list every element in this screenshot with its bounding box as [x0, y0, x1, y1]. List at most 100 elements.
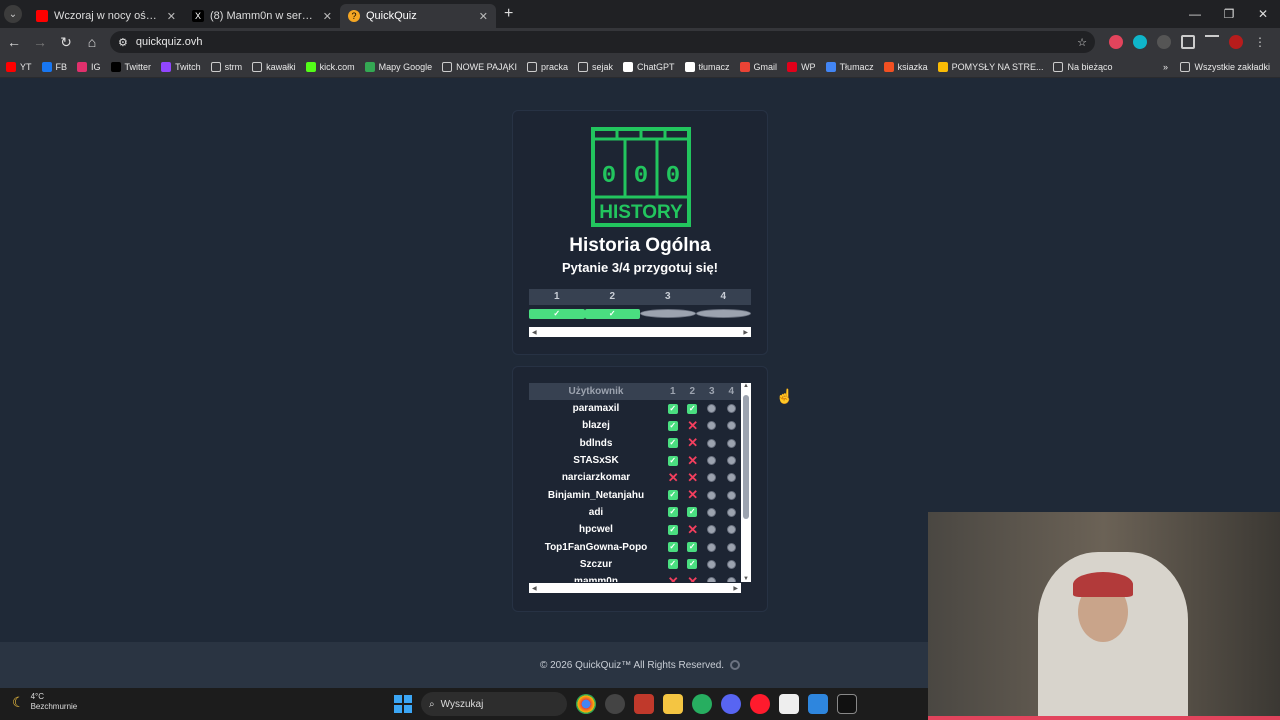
- correct-icon: ✓: [667, 559, 678, 570]
- bookmark-item[interactable]: NOWE PAJĄKI: [442, 61, 517, 72]
- github-icon[interactable]: [730, 660, 741, 670]
- opera-icon[interactable]: [750, 694, 770, 714]
- answer-cell: ✕: [683, 523, 703, 536]
- bookmark-label: Gmail: [753, 61, 778, 72]
- bookmark-icon: [77, 61, 88, 72]
- minimize-icon[interactable]: —: [1178, 0, 1212, 28]
- horizontal-scrollbar[interactable]: ◀ ▶: [529, 327, 751, 337]
- correct-icon: ✓: [667, 438, 678, 449]
- horizontal-scrollbar[interactable]: ◀ ▶: [529, 583, 741, 593]
- answer-cell: ✕: [663, 471, 683, 484]
- browser-tab[interactable]: X (8) Mamm0n w serwisie X: „Dzi ✕: [184, 4, 340, 28]
- table-row: mamm0n ✕ ✕: [529, 573, 741, 582]
- answer-cell: ✕: [683, 488, 703, 501]
- puzzle-icon[interactable]: [1181, 35, 1195, 49]
- bookmark-item[interactable]: Mapy Google: [364, 61, 433, 72]
- media-icon[interactable]: [1205, 35, 1219, 49]
- extension-icon[interactable]: [1157, 35, 1171, 49]
- wrong-icon: ✕: [667, 573, 679, 582]
- username: hpcwel: [579, 524, 613, 536]
- browser-tab-active[interactable]: ? QuickQuiz ✕: [340, 4, 496, 28]
- app-icon[interactable]: [634, 694, 654, 714]
- site-info-icon[interactable]: ⚙: [118, 36, 128, 49]
- correct-icon: ✓: [584, 308, 640, 319]
- correct-icon: ✓: [529, 308, 585, 319]
- reload-icon[interactable]: ↻: [54, 30, 78, 54]
- profile-avatar[interactable]: [1229, 35, 1243, 49]
- bookmark-label: Mapy Google: [378, 61, 433, 72]
- bookmark-item[interactable]: sejak: [578, 61, 613, 72]
- url-text: quickquiz.ovh: [135, 36, 203, 48]
- bookmark-item[interactable]: ksiazka: [883, 61, 928, 72]
- leaderboard-card: Użytkownik 1 2 3 4 paramaxil ✓ ✓ blazej ✓ ✕ bdlnds…: [512, 366, 768, 612]
- bookmark-item[interactable]: tłumacz: [684, 61, 730, 72]
- new-tab-button[interactable]: +: [504, 5, 513, 23]
- bookmark-item[interactable]: Twitter: [110, 61, 151, 72]
- record-extension-icon[interactable]: [1109, 35, 1123, 49]
- wrong-icon: ✕: [687, 573, 699, 582]
- app-icon[interactable]: [692, 694, 712, 714]
- bookmark-label: strm: [224, 61, 243, 72]
- answer-cell: [702, 473, 722, 483]
- bookmark-star-icon[interactable]: ☆: [1077, 36, 1087, 49]
- bookmark-item[interactable]: strm: [210, 61, 243, 72]
- username: blazej: [582, 420, 610, 432]
- address-bar[interactable]: ⚙ quickquiz.ovh ☆: [110, 31, 1095, 53]
- bookmark-item[interactable]: kawałki: [252, 61, 296, 72]
- pending-icon: [707, 404, 717, 414]
- weather-widget[interactable]: ☾ 4°C Bezchmurnie: [12, 692, 77, 712]
- tab-search-icon[interactable]: ⌄: [4, 5, 22, 23]
- back-icon[interactable]: ←: [2, 30, 26, 54]
- bookmark-item[interactable]: POMYSŁY NA STRE...: [937, 61, 1043, 72]
- bookmark-item[interactable]: Twitch: [161, 61, 201, 72]
- bookmark-item[interactable]: FB: [41, 61, 67, 72]
- bookmark-label: Tłumacz: [839, 61, 874, 72]
- folder-icon: [1180, 61, 1191, 72]
- file-explorer-icon[interactable]: [663, 694, 683, 714]
- question-status: [695, 309, 751, 318]
- answer-cell: [702, 559, 722, 569]
- forward-icon[interactable]: →: [28, 30, 52, 54]
- bookmark-item[interactable]: IG: [77, 61, 101, 72]
- close-tab-icon[interactable]: ✕: [479, 10, 488, 23]
- weather-text: Bezchmurnie: [30, 702, 78, 711]
- bookmark-item[interactable]: kick.com: [305, 61, 355, 72]
- webcam-overlay: [928, 512, 1280, 720]
- close-tab-icon[interactable]: ✕: [167, 10, 176, 23]
- home-icon[interactable]: ⌂: [80, 30, 104, 54]
- app-icon[interactable]: [605, 694, 625, 714]
- bookmark-label: Na bieżąco: [1067, 61, 1113, 72]
- vertical-scrollbar[interactable]: ▲ ▼: [741, 383, 751, 582]
- answer-cell: ✕: [683, 419, 703, 432]
- bookmark-item[interactable]: Gmail: [739, 61, 778, 72]
- browser-tab[interactable]: Wczoraj w nocy oświadczyłem się ✕: [28, 4, 184, 28]
- bookmark-item[interactable]: WP: [787, 61, 816, 72]
- restore-icon[interactable]: ❐: [1212, 0, 1246, 28]
- bookmark-item[interactable]: ChatGPT: [623, 61, 675, 72]
- app-icon[interactable]: [779, 694, 799, 714]
- close-window-icon[interactable]: ✕: [1246, 0, 1280, 28]
- discord-icon[interactable]: [721, 694, 741, 714]
- menu-icon[interactable]: ⋮: [1253, 35, 1267, 49]
- youtube-icon: [36, 10, 48, 22]
- more-bookmarks-icon[interactable]: »: [1163, 62, 1168, 72]
- all-bookmarks[interactable]: Wszystkie zakładki: [1180, 61, 1270, 72]
- extension-icon[interactable]: [1133, 35, 1147, 49]
- answer-cell: ✕: [683, 573, 703, 582]
- close-tab-icon[interactable]: ✕: [323, 10, 332, 23]
- question-number: 2: [609, 291, 616, 302]
- pending-icon: [707, 490, 717, 500]
- windows-start-icon[interactable]: [394, 695, 412, 713]
- bookmark-item[interactable]: YT: [6, 61, 32, 72]
- taskbar-search[interactable]: ⌕ Wyszukaj: [421, 692, 567, 716]
- pending-icon: [707, 577, 717, 582]
- scrollbar-thumb[interactable]: [743, 395, 749, 519]
- app-icon[interactable]: [837, 694, 857, 714]
- bookmark-item[interactable]: Na bieżąco: [1053, 61, 1113, 72]
- username: mamm0n: [574, 576, 618, 582]
- bookmark-item[interactable]: Tłumacz: [825, 61, 874, 72]
- chrome-icon[interactable]: [576, 694, 596, 714]
- bookmark-item[interactable]: pracka: [526, 61, 568, 72]
- column-header: 2: [689, 386, 696, 397]
- photos-icon[interactable]: [808, 694, 828, 714]
